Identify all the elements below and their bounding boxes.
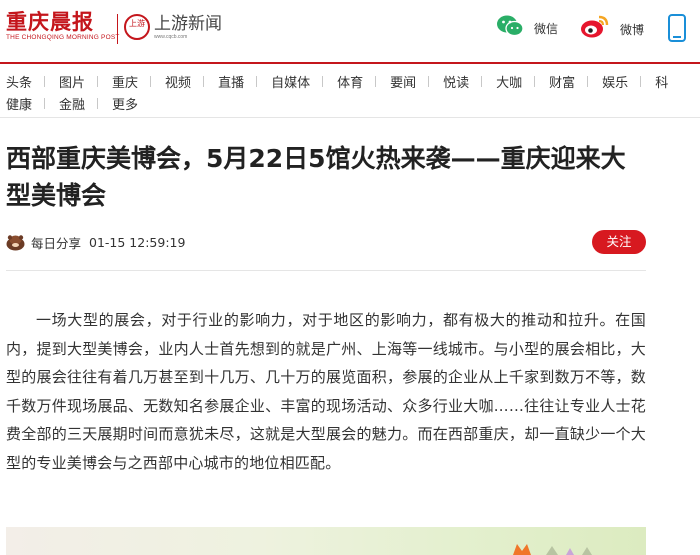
- nav-item-yule[interactable]: 娱乐: [602, 72, 642, 91]
- image-logo-mark: [513, 544, 531, 555]
- share-weibo-button[interactable]: 微博: [580, 14, 644, 44]
- nav-item-toutiao[interactable]: 头条: [6, 72, 46, 91]
- nav-item-yuedu[interactable]: 悦读: [443, 72, 483, 91]
- logo-en-text: THE CHONGQING MORNING POST: [6, 34, 120, 41]
- nav-item-zhibo[interactable]: 直播: [218, 72, 258, 91]
- nav-row-1: 头条 图片 重庆 视频 直播 自媒体 体育 要闻 悦读 大咖 财富 娱乐 科: [6, 72, 700, 91]
- publish-time: 01-15 12:59:19: [89, 234, 186, 250]
- chongqing-morning-post-logo[interactable]: 重庆晨报 THE CHONGQING MORNING POST: [6, 10, 120, 42]
- article-title: 西部重庆美博会，5月22日5馆火热来袭——重庆迎来大型美博会: [6, 144, 626, 210]
- shangyou-news-logo[interactable]: 上游 上游新闻 www.cqcb.com: [124, 14, 222, 40]
- nav-item-ke[interactable]: 科: [655, 72, 681, 91]
- shangyou-badge-icon: 上游: [124, 14, 150, 40]
- author-avatar[interactable]: [6, 233, 25, 252]
- nav-row-2: 健康 金融 更多: [6, 94, 700, 113]
- wechat-icon: [496, 14, 524, 42]
- weibo-icon: [580, 14, 610, 44]
- shangyou-name: 上游新闻: [154, 14, 222, 34]
- article-paragraph: 一场大型的展会，对于行业的影响力，对于地区的影响力，都有极大的推动和拉升。在国内…: [6, 311, 646, 472]
- share-weibo-label: 微博: [620, 22, 645, 37]
- share-wechat-button[interactable]: 微信: [496, 14, 558, 42]
- logo-cn-text: 重庆晨报: [6, 9, 94, 34]
- logo-separator: [117, 14, 118, 44]
- nav-item-gengduo[interactable]: 更多: [112, 94, 151, 113]
- nav-bottom-border: [0, 117, 700, 118]
- nav-item-jinrong[interactable]: 金融: [59, 94, 99, 113]
- mobile-icon: [667, 14, 687, 46]
- site-header: 重庆晨报 THE CHONGQING MORNING POST 上游 上游新闻 …: [0, 0, 700, 60]
- article-image: [6, 527, 646, 555]
- main-nav: 头条 图片 重庆 视频 直播 自媒体 体育 要闻 悦读 大咖 财富 娱乐 科 健…: [6, 72, 700, 116]
- nav-item-tiyu[interactable]: 体育: [337, 72, 377, 91]
- nav-item-chongqing[interactable]: 重庆: [112, 72, 152, 91]
- article-meta: 每日分享 01-15 12:59:19 关注: [6, 230, 646, 254]
- nav-item-zimeiti[interactable]: 自媒体: [271, 72, 324, 91]
- nav-item-jiankang[interactable]: 健康: [6, 94, 46, 113]
- nav-item-tupian[interactable]: 图片: [59, 72, 99, 91]
- meta-divider: [6, 270, 646, 271]
- mobile-version-button[interactable]: [667, 14, 687, 46]
- nav-item-daka[interactable]: 大咖: [496, 72, 536, 91]
- image-decoration: [546, 546, 592, 555]
- follow-button[interactable]: 关注: [592, 230, 646, 254]
- nav-item-shipin[interactable]: 视频: [165, 72, 205, 91]
- author-name[interactable]: 每日分享: [31, 233, 81, 252]
- nav-top-border: [0, 62, 700, 64]
- share-wechat-label: 微信: [534, 21, 559, 36]
- nav-item-yaowen[interactable]: 要闻: [390, 72, 430, 91]
- nav-item-caifu[interactable]: 财富: [549, 72, 589, 91]
- shangyou-url: www.cqcb.com: [154, 34, 188, 40]
